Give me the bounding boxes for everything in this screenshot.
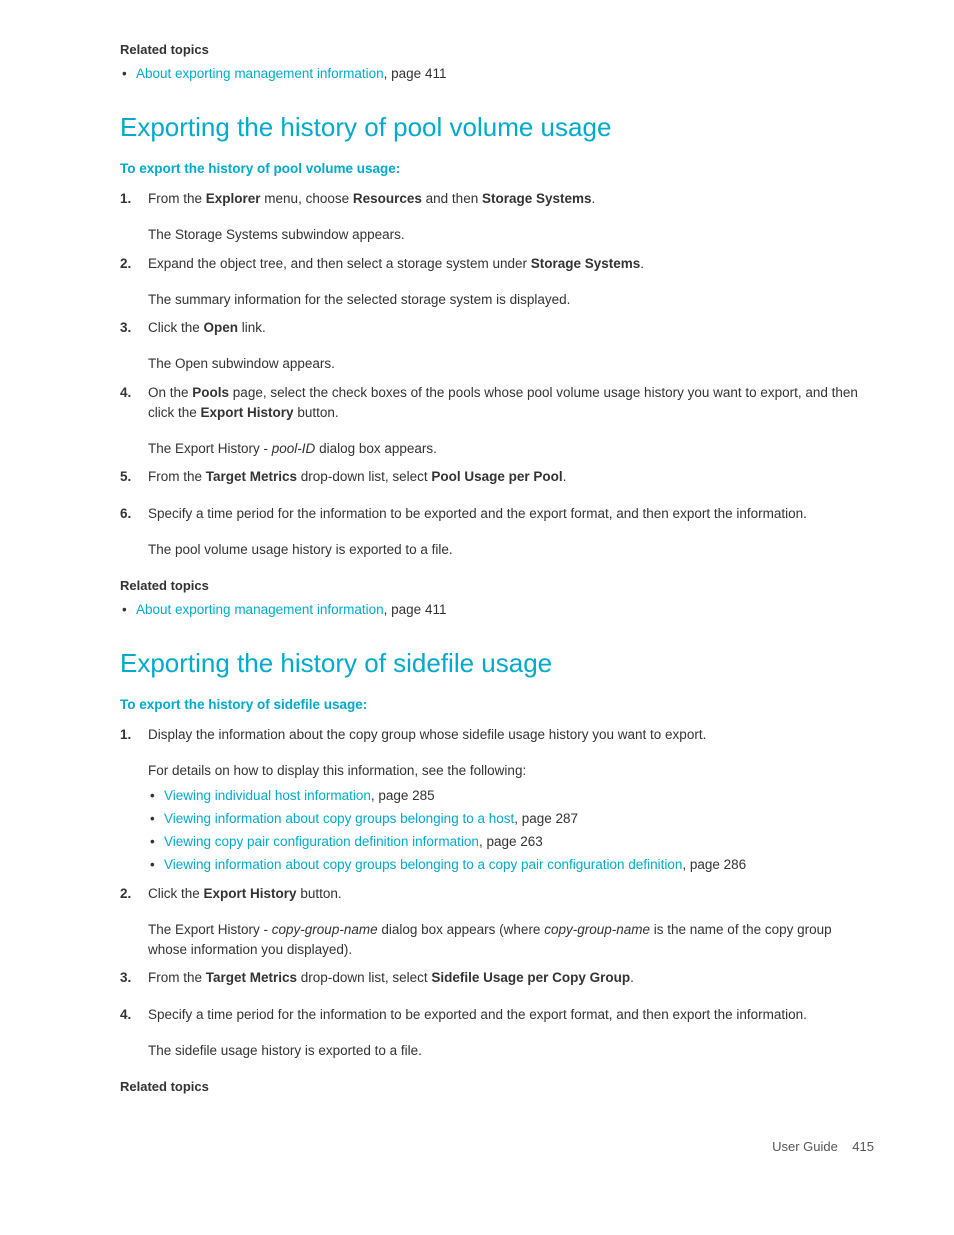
step-5-content: From the Target Metrics drop-down list, … (148, 467, 874, 493)
section1-title: Exporting the history of pool volume usa… (120, 108, 874, 147)
related-topics-label-top: Related topics (120, 40, 874, 60)
s2-bullet-2-link[interactable]: Viewing information about copy groups be… (164, 811, 514, 826)
s2-step-3-number: 3. (120, 968, 148, 988)
step-2: 2. Expand the object tree, and then sele… (120, 254, 874, 280)
s2-step-2-number: 2. (120, 884, 148, 904)
s2-bullet-3-link[interactable]: Viewing copy pair configuration definiti… (164, 834, 479, 849)
step-6-number: 6. (120, 504, 148, 524)
s2-bullet-4: Viewing information about copy groups be… (164, 855, 874, 875)
s2-step-4-number: 4. (120, 1005, 148, 1025)
s2-step-2-note: The Export History - copy-group-name dia… (120, 920, 874, 961)
s2-step-2-export-history: Export History (204, 886, 297, 901)
section1-related-label: Related topics (120, 576, 874, 596)
step-3-content: Click the Open link. (148, 318, 874, 344)
step-1-note: The Storage Systems subwindow appears. (120, 225, 874, 245)
step-6-note: The pool volume usage history is exporte… (120, 540, 874, 560)
step-3-number: 3. (120, 318, 148, 338)
top-related-list: About exporting management information, … (120, 64, 874, 84)
step-4-pools: Pools (192, 385, 229, 400)
s2-step-1-note: For details on how to display this infor… (120, 761, 874, 875)
s2-step-2: 2. Click the Export History button. (120, 884, 874, 910)
s2-step-4: 4. Specify a time period for the informa… (120, 1005, 874, 1031)
section1-related-list: About exporting management information, … (120, 600, 874, 620)
section1-steps: 1. From the Explorer menu, choose Resour… (120, 189, 874, 560)
step-5-pool-usage: Pool Usage per Pool (431, 469, 562, 484)
section-pool-volume-usage: Exporting the history of pool volume usa… (120, 108, 874, 620)
s2-step-3-target-metrics: Target Metrics (206, 970, 297, 985)
top-related-link-1[interactable]: About exporting management information (136, 66, 384, 81)
s2-bullet-2: Viewing information about copy groups be… (164, 809, 874, 829)
s2-step-3: 3. From the Target Metrics drop-down lis… (120, 968, 874, 994)
section2-subsection-title: To export the history of sidefile usage: (120, 695, 874, 715)
step-5-number: 5. (120, 467, 148, 487)
s2-step-2-content: Click the Export History button. (148, 884, 874, 910)
top-related-topics: Related topics About exporting managemen… (120, 40, 874, 84)
step-2-content: Expand the object tree, and then select … (148, 254, 874, 280)
top-related-link-1-page: , page 411 (384, 66, 447, 81)
footer-page-number: 415 (852, 1139, 874, 1154)
section2-title: Exporting the history of sidefile usage (120, 644, 874, 683)
section1-related-link-page: , page 411 (384, 602, 447, 617)
s2-step-1-bullets: Viewing individual host information, pag… (148, 786, 874, 876)
step-2-note: The summary information for the selected… (120, 290, 874, 310)
step-4-number: 4. (120, 383, 148, 403)
page-footer: User Guide 415 (120, 1137, 874, 1157)
s2-step-4-note: The sidefile usage history is exported t… (120, 1041, 874, 1061)
section2-related-topics: Related topics (120, 1077, 874, 1097)
s2-bullet-1-link[interactable]: Viewing individual host information (164, 788, 371, 803)
footer-label: User Guide (772, 1139, 838, 1154)
step-4-content: On the Pools page, select the check boxe… (148, 383, 874, 430)
step-6-content: Specify a time period for the informatio… (148, 504, 874, 530)
step-4-note: The Export History - pool-ID dialog box … (120, 439, 874, 459)
section1-related-item-1: About exporting management information, … (136, 600, 874, 620)
step-2-storage-systems: Storage Systems (531, 256, 641, 271)
step-3-note: The Open subwindow appears. (120, 354, 874, 374)
step-2-number: 2. (120, 254, 148, 274)
step-5-target-metrics: Target Metrics (206, 469, 297, 484)
step-5: 5. From the Target Metrics drop-down lis… (120, 467, 874, 493)
section2-related-label: Related topics (120, 1077, 874, 1097)
step-1: 1. From the Explorer menu, choose Resour… (120, 189, 874, 215)
step-1-number: 1. (120, 189, 148, 209)
s2-step-3-content: From the Target Metrics drop-down list, … (148, 968, 874, 994)
s2-step-1-number: 1. (120, 725, 148, 745)
step-1-storage-systems: Storage Systems (482, 191, 592, 206)
s2-bullet-3: Viewing copy pair configuration definiti… (164, 832, 874, 852)
step-6: 6. Specify a time period for the informa… (120, 504, 874, 530)
step-3-open: Open (204, 320, 239, 335)
s2-step-3-sidefile-usage: Sidefile Usage per Copy Group (431, 970, 630, 985)
step-1-resources: Resources (353, 191, 422, 206)
s2-step-4-content: Specify a time period for the informatio… (148, 1005, 874, 1031)
section1-subsection-title: To export the history of pool volume usa… (120, 159, 874, 179)
step-4: 4. On the Pools page, select the check b… (120, 383, 874, 430)
s2-bullet-1: Viewing individual host information, pag… (164, 786, 874, 806)
section1-related-topics: Related topics About exporting managemen… (120, 576, 874, 620)
s2-step-1: 1. Display the information about the cop… (120, 725, 874, 751)
section2-steps: 1. Display the information about the cop… (120, 725, 874, 1061)
top-related-item-1: About exporting management information, … (136, 64, 874, 84)
section1-related-link[interactable]: About exporting management information (136, 602, 384, 617)
step-3: 3. Click the Open link. (120, 318, 874, 344)
step-1-content: From the Explorer menu, choose Resources… (148, 189, 874, 215)
step-1-explorer: Explorer (206, 191, 261, 206)
s2-step-1-content: Display the information about the copy g… (148, 725, 874, 751)
section-sidefile-usage: Exporting the history of sidefile usage … (120, 644, 874, 1097)
step-4-export-history: Export History (201, 405, 294, 420)
s2-bullet-4-link[interactable]: Viewing information about copy groups be… (164, 857, 682, 872)
